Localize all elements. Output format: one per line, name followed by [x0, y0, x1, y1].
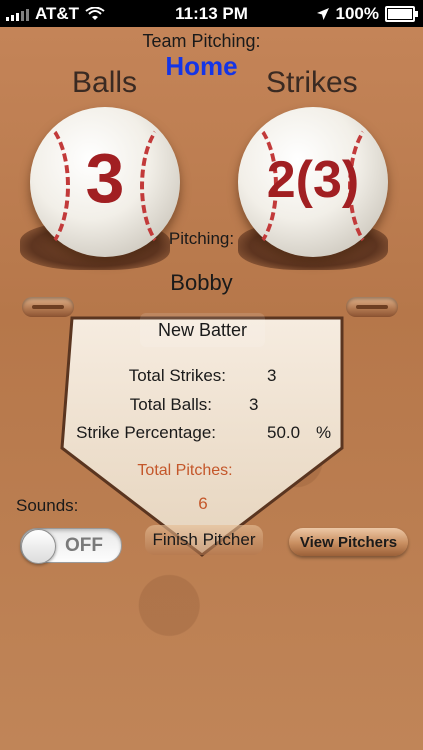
left-slider-handle[interactable]	[22, 297, 74, 317]
total-strikes-label: Total Strikes:	[128, 366, 226, 385]
battery-icon	[385, 6, 418, 22]
location-arrow-icon	[316, 8, 329, 20]
total-balls-value: 3	[249, 395, 259, 414]
strike-percentage-unit: %	[316, 423, 332, 442]
strike-percentage-label: Strike Percentage:	[76, 423, 216, 442]
balls-title: Balls	[72, 66, 138, 99]
total-pitches-label: Total Pitches:	[137, 462, 233, 479]
status-right: 100%	[316, 4, 418, 24]
balls-count: 3	[85, 139, 125, 217]
total-strikes-value: 3	[267, 366, 277, 385]
strikes-count: 2(3)	[266, 151, 360, 209]
status-bar: AT&T 11:13 PM 100%	[0, 0, 423, 27]
total-balls-label: Total Balls:	[129, 395, 212, 414]
sounds-toggle-state: OFF	[65, 535, 103, 556]
pitcher-name: Bobby	[170, 270, 233, 295]
team-pitching-label: Team Pitching:	[142, 31, 261, 51]
new-batter-button[interactable]: New Batter	[140, 313, 265, 347]
right-slider-handle[interactable]	[346, 297, 398, 317]
pitching-label: Pitching:	[168, 229, 235, 248]
total-pitches-value: 6	[198, 494, 208, 513]
toggle-knob[interactable]	[21, 529, 56, 564]
strikes-title: Strikes	[266, 66, 358, 99]
strike-percentage-value: 50.0	[267, 423, 301, 442]
view-pitchers-button[interactable]: View Pitchers	[289, 528, 408, 556]
finish-pitcher-button[interactable]: Finish Pitcher	[145, 525, 263, 555]
battery-percent: 100%	[335, 4, 379, 23]
sounds-toggle[interactable]: OFF	[20, 528, 122, 564]
sounds-label: Sounds:	[16, 496, 79, 515]
